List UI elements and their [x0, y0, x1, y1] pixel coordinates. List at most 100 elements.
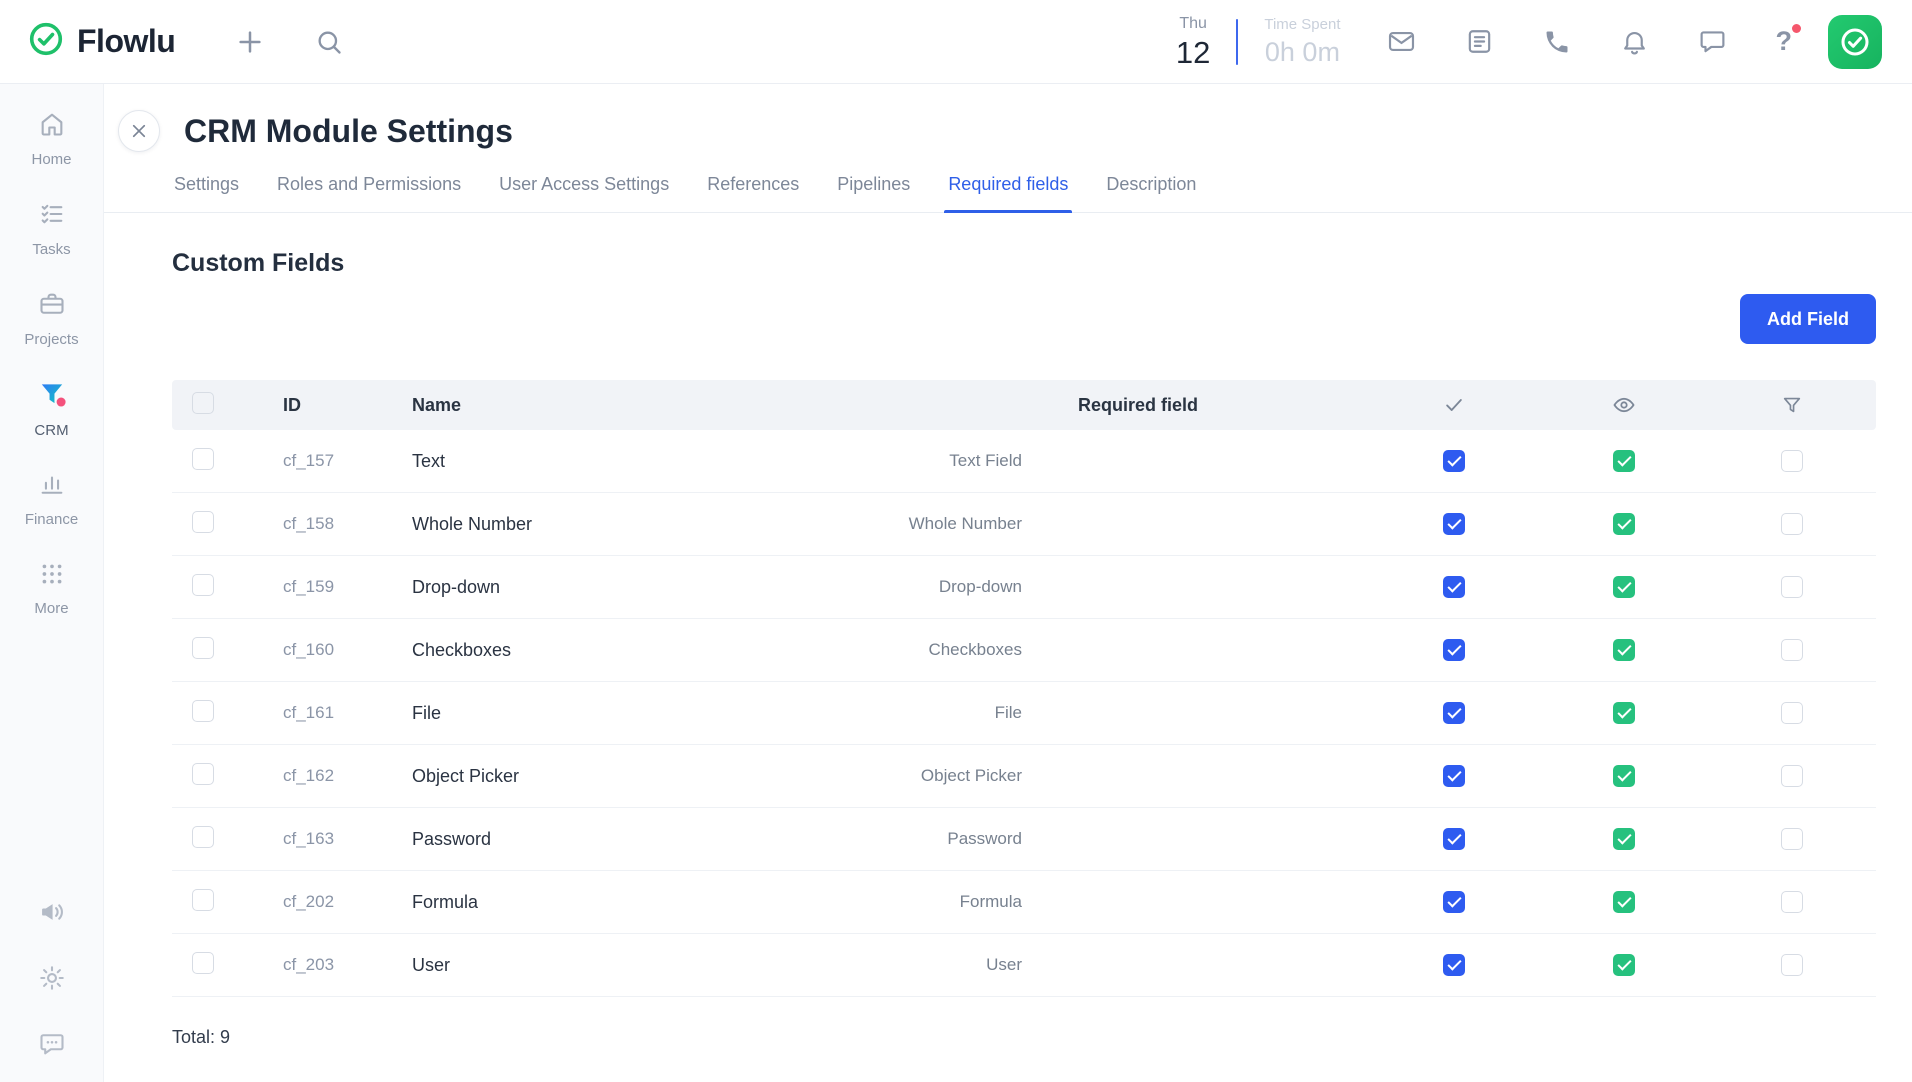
sidebar-item-projects[interactable]: Projects [0, 274, 103, 364]
time-spent-value: 0h 0m [1264, 38, 1340, 66]
field-id-link[interactable]: cf_157 [283, 451, 334, 470]
flowlu-logo[interactable]: Flowlu [28, 21, 175, 62]
filter-checkbox[interactable] [1781, 513, 1803, 535]
row-select-checkbox[interactable] [192, 574, 214, 596]
row-select-checkbox[interactable] [192, 700, 214, 722]
tab-description[interactable]: Description [1104, 174, 1198, 212]
required-checkbox[interactable] [1443, 702, 1465, 724]
row-select-checkbox[interactable] [192, 826, 214, 848]
field-id-link[interactable]: cf_160 [283, 640, 334, 659]
required-checkbox[interactable] [1443, 765, 1465, 787]
tab-required-fields[interactable]: Required fields [946, 174, 1070, 212]
required-checkbox[interactable] [1443, 513, 1465, 535]
calendar-date-widget[interactable]: Thu 12 [1176, 16, 1210, 68]
visible-checkbox[interactable] [1613, 765, 1635, 787]
tab-settings[interactable]: Settings [172, 174, 241, 212]
field-name: Text [398, 451, 668, 472]
sidebar-item-tasks[interactable]: Tasks [0, 184, 103, 274]
visible-checkbox[interactable] [1613, 513, 1635, 535]
visible-checkbox[interactable] [1613, 702, 1635, 724]
table-header-row: ID Name Required field [172, 380, 1876, 430]
visible-checkbox[interactable] [1613, 639, 1635, 661]
tab-references[interactable]: References [705, 174, 801, 212]
field-id-link[interactable]: cf_158 [283, 514, 334, 533]
row-select-checkbox[interactable] [192, 763, 214, 785]
field-id-link[interactable]: cf_163 [283, 829, 334, 848]
topbar: Flowlu Thu 12 Time Spent 0h 0m [0, 0, 1912, 84]
field-name: Drop-down [398, 577, 668, 598]
table-row: cf_163 Password Password [172, 808, 1876, 871]
tab-roles-and-permissions[interactable]: Roles and Permissions [275, 174, 463, 212]
time-spent-widget[interactable]: Time Spent 0h 0m [1264, 17, 1340, 66]
help-icon[interactable]: ? [1776, 28, 1793, 55]
add-field-button[interactable]: Add Field [1740, 294, 1876, 344]
table-row: cf_203 User User [172, 934, 1876, 997]
sidebar-item-more[interactable]: More [0, 544, 103, 634]
filter-checkbox[interactable] [1781, 954, 1803, 976]
filter-checkbox[interactable] [1781, 702, 1803, 724]
whats-new-icon[interactable] [38, 898, 66, 926]
more-icon [39, 561, 65, 592]
sidebar-item-home[interactable]: Home [0, 94, 103, 184]
field-required-label: Text Field [668, 451, 1368, 471]
sidebar-item-crm[interactable]: CRM [0, 364, 103, 454]
row-select-checkbox[interactable] [192, 889, 214, 911]
table-row: cf_159 Drop-down Drop-down [172, 556, 1876, 619]
field-required-label: Formula [668, 892, 1368, 912]
time-spent-label: Time Spent [1264, 17, 1340, 33]
visible-checkbox[interactable] [1613, 828, 1635, 850]
row-select-checkbox[interactable] [192, 952, 214, 974]
field-id-link[interactable]: cf_203 [283, 955, 334, 974]
crm-icon [37, 379, 67, 414]
required-checkbox[interactable] [1443, 891, 1465, 913]
create-plus-icon[interactable] [235, 27, 265, 57]
mail-icon[interactable] [1387, 27, 1416, 56]
required-checkbox[interactable] [1443, 450, 1465, 472]
filter-checkbox[interactable] [1781, 828, 1803, 850]
bell-icon[interactable] [1620, 27, 1649, 56]
field-id-link[interactable]: cf_202 [283, 892, 334, 911]
tab-pipelines[interactable]: Pipelines [835, 174, 912, 212]
required-checkbox[interactable] [1443, 639, 1465, 661]
field-id-link[interactable]: cf_159 [283, 577, 334, 596]
field-name: Password [398, 829, 668, 850]
visible-checkbox[interactable] [1613, 954, 1635, 976]
help-notification-dot [1792, 24, 1801, 33]
required-checkbox[interactable] [1443, 828, 1465, 850]
tab-user-access-settings[interactable]: User Access Settings [497, 174, 671, 212]
filter-checkbox[interactable] [1781, 891, 1803, 913]
filter-checkbox[interactable] [1781, 765, 1803, 787]
close-icon[interactable] [118, 110, 160, 152]
required-checkbox[interactable] [1443, 576, 1465, 598]
required-checkbox[interactable] [1443, 954, 1465, 976]
search-icon[interactable] [315, 28, 343, 56]
check-icon [1368, 394, 1540, 416]
filter-checkbox[interactable] [1781, 576, 1803, 598]
row-select-checkbox[interactable] [192, 511, 214, 533]
app-window: Flowlu Thu 12 Time Spent 0h 0m [0, 0, 1912, 1082]
sidebar-item-finance[interactable]: Finance [0, 454, 103, 544]
topbar-divider [1236, 19, 1238, 65]
table-row: cf_202 Formula Formula [172, 871, 1876, 934]
visible-checkbox[interactable] [1613, 891, 1635, 913]
table-row: cf_162 Object Picker Object Picker [172, 745, 1876, 808]
tasks-icon [38, 200, 66, 233]
sidebar: Home Tasks Projects CRM [0, 84, 104, 1082]
title-row: CRM Module Settings [104, 84, 1912, 152]
row-select-checkbox[interactable] [192, 448, 214, 470]
select-all-checkbox[interactable] [192, 392, 214, 414]
visible-checkbox[interactable] [1613, 576, 1635, 598]
settings-icon[interactable] [38, 964, 66, 992]
row-select-checkbox[interactable] [192, 637, 214, 659]
filter-checkbox[interactable] [1781, 639, 1803, 661]
avatar[interactable] [1828, 15, 1882, 69]
chat-icon[interactable] [1698, 27, 1727, 56]
notes-icon[interactable] [1465, 27, 1494, 56]
finance-icon [38, 470, 66, 503]
phone-icon[interactable] [1543, 28, 1571, 56]
filter-checkbox[interactable] [1781, 450, 1803, 472]
field-id-link[interactable]: cf_162 [283, 766, 334, 785]
visible-checkbox[interactable] [1613, 450, 1635, 472]
field-id-link[interactable]: cf_161 [283, 703, 334, 722]
support-chat-icon[interactable] [38, 1030, 66, 1058]
